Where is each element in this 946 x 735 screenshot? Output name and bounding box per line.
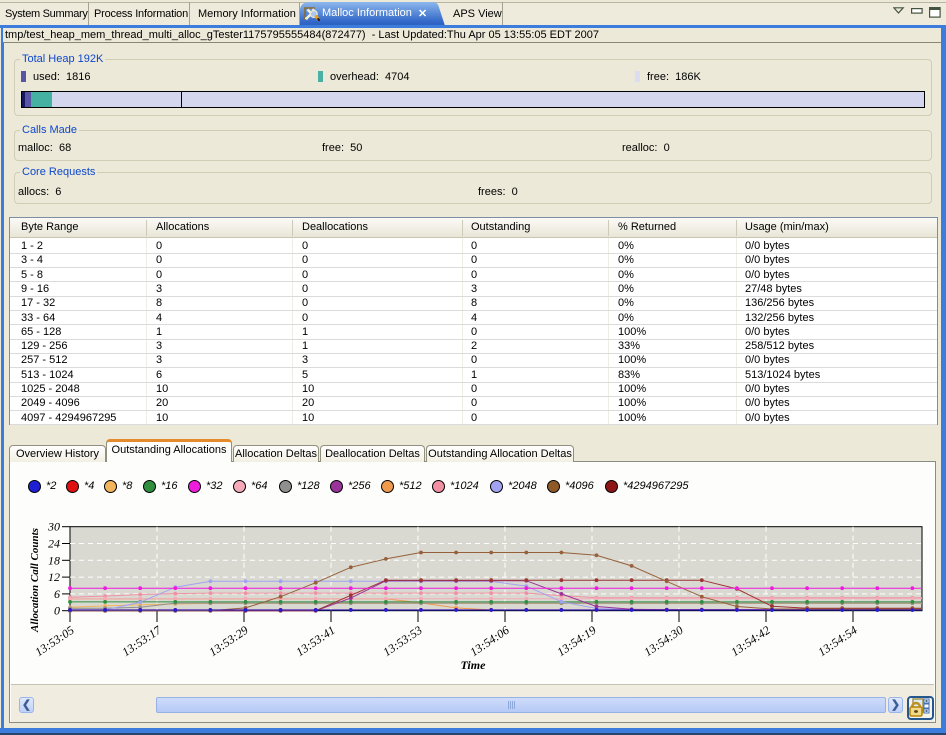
- svg-text:13:53:53: 13:53:53: [380, 623, 424, 659]
- svg-text:13:54:19: 13:54:19: [554, 623, 598, 659]
- svg-text:Time: Time: [461, 658, 487, 672]
- svg-text:13:54:30: 13:54:30: [641, 623, 685, 659]
- svg-text:13:53:17: 13:53:17: [119, 622, 164, 659]
- svg-text:13:54:54: 13:54:54: [815, 623, 859, 659]
- svg-text:24: 24: [48, 537, 60, 551]
- svg-text:13:54:06: 13:54:06: [467, 623, 511, 659]
- svg-text:18: 18: [48, 553, 60, 567]
- svg-text:6: 6: [54, 587, 60, 601]
- svg-text:0: 0: [54, 604, 60, 618]
- svg-text:30: 30: [47, 520, 60, 534]
- svg-text:12: 12: [48, 570, 60, 584]
- svg-text:Allocation Call Counts: Allocation Call Counts: [29, 528, 41, 633]
- svg-text:13:53:29: 13:53:29: [206, 623, 250, 659]
- svg-text:13:54:42: 13:54:42: [728, 623, 772, 659]
- svg-text:13:53:41: 13:53:41: [293, 623, 337, 659]
